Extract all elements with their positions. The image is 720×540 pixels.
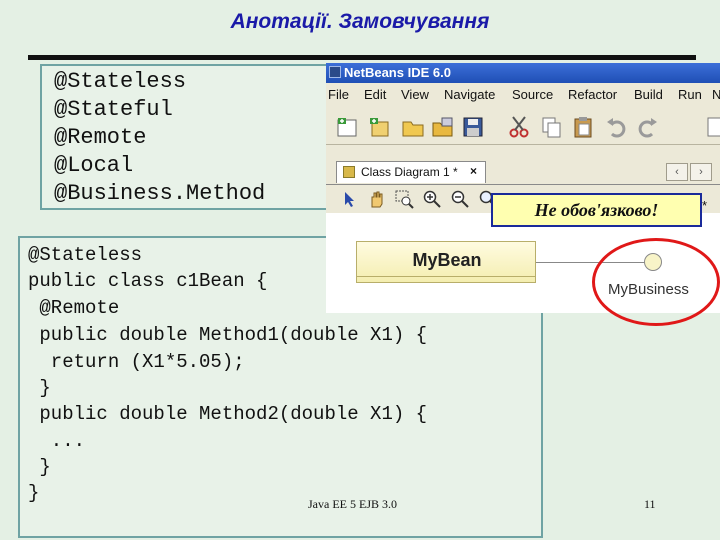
menu-file[interactable]: File — [328, 87, 349, 102]
menu-refactor[interactable]: Refactor — [568, 87, 617, 102]
paste-icon[interactable] — [570, 114, 596, 140]
code-line: public double Method2(double X1) { — [28, 403, 428, 425]
code-line: @Stateless — [28, 244, 143, 266]
tab-label: Class Diagram 1 * — [361, 165, 458, 179]
ide-menubar: File Edit View Navigate Source Refactor … — [326, 84, 720, 106]
page-number: 11 — [644, 497, 656, 511]
menu-edit[interactable]: Edit — [364, 87, 386, 102]
open-file-icon[interactable] — [430, 114, 456, 140]
tab-scroll-right-button[interactable]: › — [690, 163, 712, 181]
code-line: public double Method1(double X1) { — [28, 324, 428, 346]
class-node-name: MyBean — [412, 250, 482, 270]
annotation-item: @Local — [54, 153, 134, 178]
open-project-icon[interactable] — [400, 114, 426, 140]
code-line: public class c1Bean { — [28, 270, 268, 292]
toolbar-overflow-icon[interactable] — [704, 114, 720, 140]
menu-source[interactable]: Source — [512, 87, 553, 102]
class-node-divider — [357, 276, 535, 277]
close-icon[interactable]: × — [470, 164, 477, 178]
annotation-item: @Stateless — [54, 69, 187, 94]
pan-hand-icon[interactable] — [366, 189, 386, 209]
tab-class-diagram[interactable]: Class Diagram 1 * × — [336, 161, 486, 183]
callout-note: Не обов'язково! — [491, 193, 702, 227]
redo-icon[interactable] — [634, 114, 660, 140]
undo-icon[interactable] — [604, 114, 630, 140]
code-line: @Remote — [28, 297, 120, 319]
menu-more[interactable]: N — [712, 87, 720, 102]
editor-tabbar: Class Diagram 1 * × ‹ › — [326, 159, 720, 183]
ide-window-title: NetBeans IDE 6.0 — [344, 65, 451, 80]
copy-icon[interactable] — [538, 114, 564, 140]
zoom-in-icon[interactable] — [422, 189, 442, 209]
annotation-item: @Business.Method — [54, 181, 266, 206]
class-diagram-icon — [343, 166, 355, 178]
class-node-mybean[interactable]: MyBean — [356, 241, 536, 283]
new-file-icon[interactable] — [366, 114, 392, 140]
new-project-icon[interactable] — [334, 114, 360, 140]
cut-icon[interactable] — [506, 114, 532, 140]
slide-title: Анотації. Замовчування — [230, 10, 490, 33]
annotation-item: @Stateful — [54, 97, 173, 122]
menu-navigate[interactable]: Navigate — [444, 87, 495, 102]
footer-course: Java EE 5 EJB 3.0 — [308, 497, 397, 511]
annotation-item: @Remote — [54, 125, 147, 150]
menu-run[interactable]: Run — [678, 87, 702, 102]
code-line: return (X1*5.05); — [28, 351, 245, 373]
menu-view[interactable]: View — [401, 87, 429, 102]
code-line: } — [28, 377, 51, 399]
netbeans-logo-icon — [329, 66, 341, 78]
select-arrow-icon[interactable] — [340, 189, 360, 209]
annotations-box: @Stateless @Stateful @Remote @Local @Bus… — [40, 64, 332, 210]
highlight-ellipse — [592, 238, 720, 326]
code-line: } — [28, 482, 40, 504]
menu-build[interactable]: Build — [634, 87, 663, 102]
zoom-out-icon[interactable] — [450, 189, 470, 209]
ide-toolbar — [326, 108, 720, 145]
tab-tail-mark: * — [702, 198, 708, 213]
marquee-zoom-icon[interactable] — [394, 189, 414, 209]
save-all-icon[interactable] — [460, 114, 486, 140]
tab-scroll-left-button[interactable]: ‹ — [666, 163, 688, 181]
callout-text: Не обов'язково! — [534, 200, 659, 220]
code-line: ... — [28, 430, 86, 452]
ide-titlebar: NetBeans IDE 6.0 — [326, 63, 720, 83]
code-line: } — [28, 456, 51, 478]
title-rule — [28, 55, 696, 60]
